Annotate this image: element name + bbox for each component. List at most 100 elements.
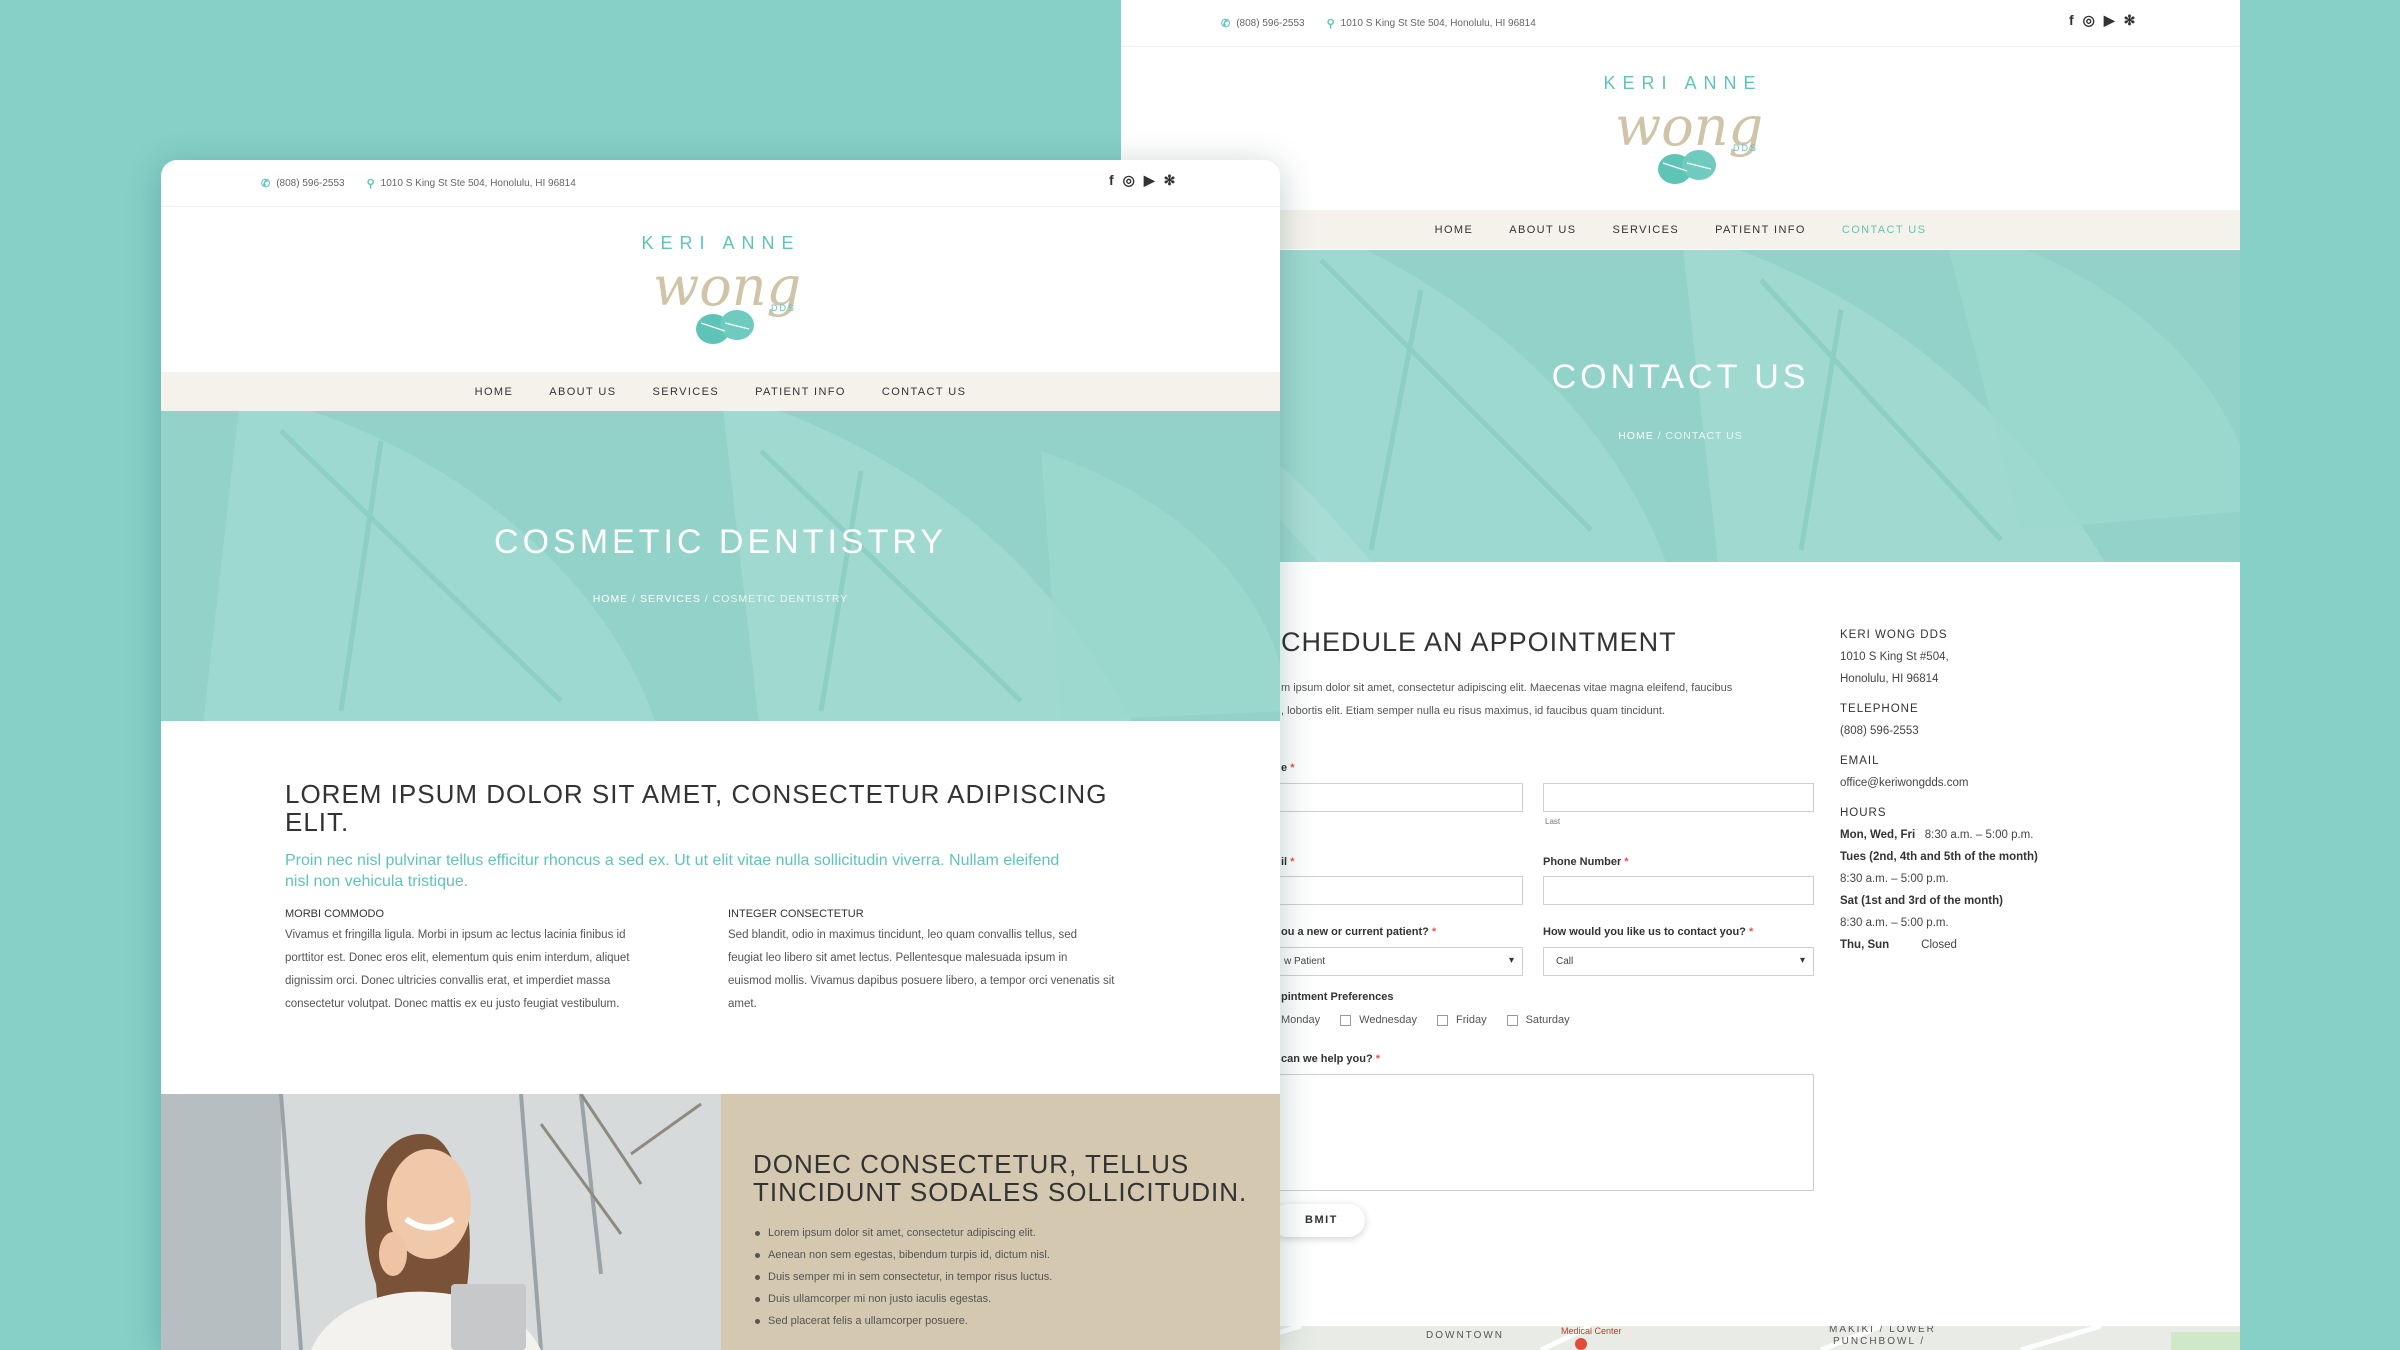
nav-about-us[interactable]: ABOUT US	[549, 386, 616, 398]
map-embed[interactable]: DOWNTOWN Medical Center MAKIKI / LOWER P…	[1121, 1326, 2240, 1350]
main-nav: HOME ABOUT US SERVICES PATIENT INFO CONT…	[161, 372, 1280, 411]
hero-title: COSMETIC DENTISTRY	[494, 523, 947, 561]
checkbox-saturday[interactable]: Saturday	[1506, 1014, 1570, 1026]
phone-link[interactable]: ✆ (808) 596-2553	[261, 177, 345, 190]
first-name-input[interactable]	[1271, 783, 1523, 812]
column-text-line: amet.	[728, 998, 757, 1010]
email-value[interactable]: office@keriwongdds.com	[1840, 772, 2038, 794]
list-item: Lorem ipsum dolor sit amet, consectetur …	[753, 1222, 1052, 1244]
nav-patient-info[interactable]: PATIENT INFO	[755, 386, 846, 398]
instagram-icon[interactable]: ◎	[1123, 173, 1135, 187]
hours-row: Mon, Wed, Fri 8:30 a.m. – 5:00 p.m.	[1840, 824, 2038, 846]
patient-type-select[interactable]: w Patient	[1271, 947, 1523, 976]
patient-type-value: w Patient	[1284, 956, 1326, 967]
yelp-icon[interactable]: ✻	[1164, 173, 1176, 187]
column-text-line: Vivamus et fringilla ligula. Morbi in ip…	[285, 929, 626, 941]
facebook-icon[interactable]: f	[2069, 13, 2074, 27]
column-text-line: Sed blandit, odio in maximus tincidunt, …	[728, 929, 1078, 941]
nav-services[interactable]: SERVICES	[652, 386, 719, 398]
column-title: INTEGER CONSECTETUR	[728, 908, 864, 920]
nav-home[interactable]: HOME	[475, 386, 514, 398]
svg-text:DDS: DDS	[1733, 143, 1758, 153]
instagram-icon[interactable]: ◎	[2083, 13, 2095, 27]
form-heading: CHEDULE AN APPOINTMENT	[1281, 627, 1677, 657]
nav-services[interactable]: SERVICES	[1612, 224, 1679, 236]
contact-method-select[interactable]: Call	[1543, 947, 1814, 976]
nav-contact-us[interactable]: CONTACT US	[882, 386, 967, 398]
feature-heading-line: TINCIDUNT SODALES SOLLICITUDIN.	[753, 1177, 1248, 1207]
youtube-icon[interactable]: ▶	[2104, 13, 2115, 27]
address-link[interactable]: ⚲ 1010 S King St Ste 504, Honolulu, HI 96…	[367, 177, 576, 190]
monstera-leaf-background	[1121, 250, 2240, 562]
map-streets	[1220, 1326, 2240, 1350]
nav-home[interactable]: HOME	[1435, 224, 1474, 236]
patient-type-label: ou a new or current patient?	[1281, 926, 1429, 938]
form-intro-line: , lobortis elit. Etiam semper nulla eu r…	[1281, 705, 1665, 717]
nav-patient-info[interactable]: PATIENT INFO	[1715, 224, 1806, 236]
telephone-value[interactable]: (808) 596-2553	[1840, 720, 2038, 742]
intro-heading-line: ELIT.	[285, 807, 350, 837]
feature-panel: DONEC CONSECTETUR, TELLUS TINCIDUNT SODA…	[721, 1094, 1280, 1350]
list-item: Duis ullamcorper mi non justo iaculis eg…	[753, 1288, 1052, 1310]
name-label: e	[1281, 762, 1288, 774]
svg-text:DDS: DDS	[771, 303, 796, 313]
logo[interactable]: KERI ANNE wong DDS	[621, 233, 821, 353]
woman-photo	[161, 1094, 721, 1350]
nav-contact-us[interactable]: CONTACT US	[1842, 224, 1927, 236]
phone-text: (808) 596-2553	[276, 178, 345, 189]
logo-mark: wong DDS	[653, 255, 801, 344]
map-label-makiki: MAKIKI / LOWER	[1829, 1326, 1936, 1335]
breadcrumb-separator: /	[700, 593, 713, 605]
column-text-line: feugiat leo libero sit amet lectus. Pell…	[728, 952, 1068, 964]
phone-link[interactable]: ✆ (808) 596-2553	[1221, 17, 1305, 30]
column-text-line: euismod mollis. Vivamus dapibus posuere …	[728, 975, 1115, 987]
email-heading: EMAIL	[1840, 755, 1880, 767]
column-morbi: MORBI COMMODO Vivamus et fringilla ligul…	[285, 908, 705, 1016]
breadcrumb-home[interactable]: HOME	[593, 593, 629, 605]
phone-input[interactable]	[1543, 876, 1814, 905]
column-text-line: porttitor est. Donec eros elit, elementu…	[285, 952, 630, 964]
checkbox-label: Monday	[1281, 1014, 1321, 1026]
last-name-input[interactable]	[1543, 783, 1814, 812]
checkbox-friday[interactable]: Friday	[1437, 1014, 1487, 1026]
hero-banner: CONTACT US HOME / CONTACT US	[1121, 250, 2240, 562]
phone-icon: ✆	[261, 178, 271, 190]
column-text-line: consectetur volutpat. Donec mattis ex eu…	[285, 998, 620, 1010]
monstera-leaf-background	[203, 411, 1280, 721]
hours-row: Sat (1st and 3rd of the month)	[1840, 890, 2038, 912]
breadcrumb-services[interactable]: SERVICES	[640, 593, 701, 605]
intro-heading-line: LOREM IPSUM DOLOR SIT AMET, CONSECTETUR …	[285, 779, 1108, 809]
email-input[interactable]	[1271, 876, 1523, 905]
address-text: 1010 S King St Ste 504, Honolulu, HI 968…	[1340, 18, 1536, 29]
message-textarea[interactable]	[1271, 1074, 1814, 1191]
nav-about-us[interactable]: ABOUT US	[1509, 224, 1576, 236]
contact-method-value: Call	[1556, 956, 1574, 967]
hours-day: Thu, Sun	[1840, 939, 1890, 951]
yelp-icon[interactable]: ✻	[2124, 13, 2136, 27]
submit-label: BMIT	[1305, 1214, 1338, 1226]
contact-method-label: How would you like us to contact you?	[1543, 926, 1746, 938]
breadcrumb-separator: /	[1653, 430, 1666, 442]
checkbox-wednesday[interactable]: Wednesday	[1340, 1014, 1417, 1026]
logo[interactable]: KERI ANNE wong DDS	[1583, 73, 1783, 193]
feature-bullets: Lorem ipsum dolor sit amet, consectetur …	[753, 1222, 1052, 1332]
practice-name: KERI WONG DDS	[1840, 629, 1948, 641]
submit-button[interactable]: BMIT	[1271, 1204, 1365, 1237]
facebook-icon[interactable]: f	[1109, 173, 1114, 187]
intro-heading: LOREM IPSUM DOLOR SIT AMET, CONSECTETUR …	[285, 780, 1107, 836]
phone-icon: ✆	[1221, 18, 1231, 30]
map-label-medical-center: Medical Center	[1561, 1326, 1622, 1336]
breadcrumb-home[interactable]: HOME	[1618, 430, 1654, 442]
breadcrumb-current: CONTACT US	[1665, 430, 1743, 442]
breadcrumb: HOME / SERVICES / COSMETIC DENTISTRY	[161, 593, 1280, 605]
breadcrumb-separator: /	[628, 593, 640, 605]
youtube-icon[interactable]: ▶	[1144, 173, 1155, 187]
checkbox-label: Saturday	[1525, 1014, 1570, 1026]
intro-lead-line: Proin nec nisl pulvinar tellus efficitur…	[285, 852, 1060, 869]
checkbox-label: Friday	[1456, 1014, 1487, 1026]
hero-title: CONTACT US	[1551, 358, 1810, 396]
checkbox-monday[interactable]: Monday	[1281, 1014, 1320, 1026]
main-nav: HOME ABOUT US SERVICES PATIENT INFO CONT…	[1121, 210, 2240, 249]
address-link[interactable]: ⚲ 1010 S King St Ste 504, Honolulu, HI 96…	[1327, 17, 1536, 30]
cosmetic-dentistry-page-mockup: ✆ (808) 596-2553 ⚲ 1010 S King St Ste 504,…	[161, 160, 1280, 1350]
